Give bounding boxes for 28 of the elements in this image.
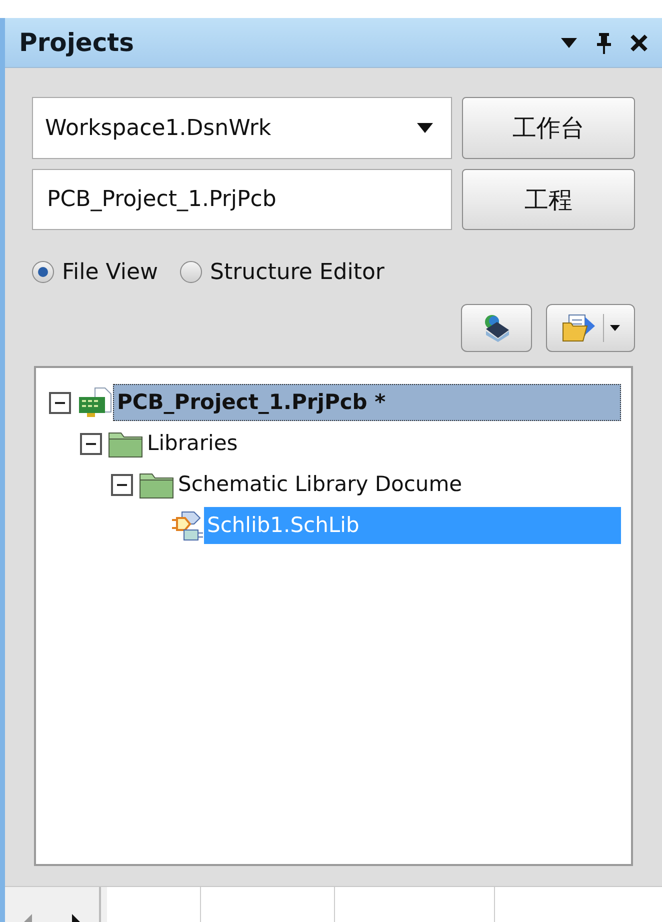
schematic-library-icon [170, 510, 204, 542]
radio-button[interactable] [32, 261, 54, 283]
workspace-dropdown[interactable]: Workspace1.DsnWrk [32, 97, 452, 159]
tree-item[interactable]: Schematic Library Docume [175, 466, 466, 503]
open-document-button[interactable] [546, 304, 635, 352]
workspace-button[interactable]: 工作台 [462, 97, 635, 159]
project-field[interactable]: PCB_Project_1.PrjPcb [32, 169, 452, 230]
caret-icon [417, 123, 433, 133]
radio-button[interactable] [180, 261, 202, 283]
dropdown-icon[interactable] [560, 36, 578, 48]
workspace-value: Workspace1.DsnWrk [45, 114, 272, 142]
caret-icon [610, 325, 620, 331]
project-button[interactable]: 工程 [462, 169, 635, 230]
close-icon[interactable] [630, 34, 648, 52]
collapse-icon[interactable] [49, 392, 71, 414]
circuit-board-icon [77, 386, 113, 418]
radio-label[interactable]: Structure Editor [210, 256, 384, 288]
collapse-icon[interactable] [111, 474, 133, 496]
folder-document-icon [561, 313, 597, 343]
collapse-icon[interactable] [80, 432, 102, 454]
pin-icon[interactable] [596, 32, 612, 54]
right-arrow-icon[interactable] [72, 914, 80, 922]
tree-item[interactable]: PCB_Project_1.PrjPcb * [113, 384, 621, 421]
tree-item[interactable]: Libraries [144, 425, 241, 462]
project-value: PCB_Project_1.PrjPcb [47, 186, 276, 214]
panel-title: Projects [19, 26, 134, 59]
compile-button[interactable] [461, 304, 532, 352]
radio-label[interactable]: File View [62, 256, 158, 288]
